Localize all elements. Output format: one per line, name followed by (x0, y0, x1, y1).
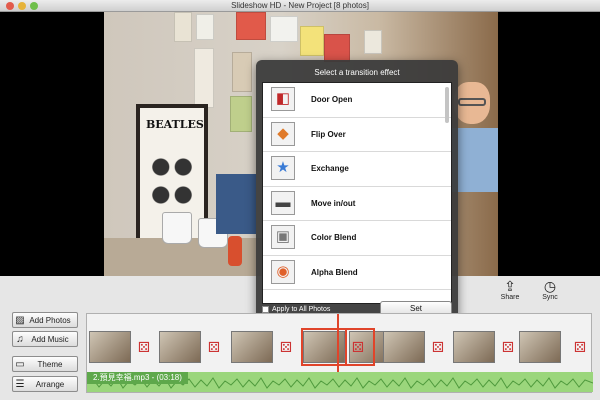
effect-move-inout[interactable]: ▬ Move in/out (263, 187, 451, 221)
photo-thumbnail[interactable] (89, 331, 131, 363)
sync-label: Sync (542, 294, 558, 301)
mug (162, 212, 192, 244)
poster-title: BEATLES (146, 118, 204, 131)
photo-thumbnail[interactable] (519, 331, 561, 363)
flip-over-icon: ◆ (271, 121, 295, 146)
transition-dice-icon[interactable]: ⚄ (135, 338, 153, 356)
theme-icon: ▭ (15, 358, 25, 370)
list-icon: ☰ (15, 378, 25, 390)
effect-color-blend[interactable]: ▣ Color Blend (263, 221, 451, 256)
wall-card (232, 52, 252, 92)
apply-all-label: Apply to All Photos (272, 306, 331, 313)
effect-label: Color Blend (311, 233, 357, 242)
music-note-icon: ♫ (16, 333, 24, 345)
effect-label: Exchange (311, 164, 349, 173)
poster-illustration (144, 146, 200, 216)
transition-dice-icon[interactable]: ⚄ (571, 338, 589, 356)
exchange-icon: ★ (271, 156, 295, 180)
effect-exchange[interactable]: ★ Exchange (263, 152, 451, 187)
wall-card (270, 16, 298, 42)
selected-transition-frame (345, 328, 375, 366)
shelf (104, 238, 274, 276)
effect-label: Door Open (311, 95, 353, 104)
music-track[interactable]: 2.預見幸福.mp3 - (03:18) (87, 372, 593, 392)
popup-title: Select a transition effect (314, 68, 400, 77)
sync-button[interactable]: ◷ Sync (537, 278, 563, 301)
apply-all-checkbox[interactable] (262, 306, 269, 313)
minimize-window-button[interactable] (18, 2, 26, 10)
zoom-window-button[interactable] (30, 2, 38, 10)
window-titlebar: Slideshow HD - New Project [8 photos] (0, 0, 600, 12)
wall-card (174, 12, 192, 42)
color-blend-icon: ▣ (271, 225, 295, 249)
toy-figures (216, 174, 256, 234)
wall-card (194, 48, 214, 108)
close-window-button[interactable] (6, 2, 14, 10)
arrange-label: Arrange (35, 379, 65, 389)
share-button[interactable]: ⇪ Share (497, 278, 523, 301)
transition-dice-icon[interactable]: ⚄ (205, 338, 223, 356)
effect-alpha-blend[interactable]: ◉ Alpha Blend (263, 256, 451, 290)
effect-label: Alpha Blend (311, 267, 358, 277)
transition-dice-icon[interactable]: ⚄ (499, 338, 517, 356)
toy-figure (228, 236, 242, 266)
effect-label: Flip Over (311, 129, 346, 139)
wall-card (236, 12, 266, 40)
playhead[interactable] (337, 314, 339, 378)
photo-thumbnail[interactable] (159, 331, 201, 363)
effect-list-scrollbar[interactable] (445, 87, 449, 123)
effect-label: Move in/out (311, 198, 356, 208)
timeline[interactable]: ⚄ ⚄ ⚄ ⚄ ⚄ ⚄ ⚄ 2.預見幸福.mp3 - (03:18) (86, 313, 593, 393)
transition-dice-icon[interactable]: ⚄ (277, 338, 295, 356)
window-title: Slideshow HD - New Project [8 photos] (231, 1, 369, 10)
share-icon: ⇪ (504, 278, 516, 294)
door-open-icon: ◧ (271, 87, 295, 111)
add-photos-label: Add Photos (29, 315, 71, 325)
wall-card (230, 96, 252, 132)
clock-icon: ◷ (543, 278, 557, 294)
add-music-label: Add Music (31, 334, 69, 344)
effect-flip-over[interactable]: ◆ Flip Over (263, 118, 451, 152)
transition-popup: Select a transition effect ◧ Door Open ◆… (256, 60, 458, 324)
selected-photo-frame (301, 328, 347, 366)
photo-thumbnail[interactable] (453, 331, 495, 363)
apply-all-row[interactable]: Apply to All Photos (262, 306, 330, 313)
photo-icon: ▨ (15, 314, 25, 326)
effect-door-open[interactable]: ◧ Door Open (263, 83, 451, 118)
photo-thumbnail[interactable] (383, 331, 425, 363)
add-music-button[interactable]: ♫ Add Music (12, 331, 78, 347)
wall-card (196, 14, 214, 40)
wall-card (300, 26, 324, 56)
move-inout-icon: ▬ (271, 190, 295, 215)
photo-thumbnail[interactable] (231, 331, 273, 363)
add-photos-button[interactable]: ▨ Add Photos (12, 312, 78, 328)
theme-button[interactable]: ▭ Theme (12, 356, 78, 372)
alpha-blend-icon: ◉ (271, 259, 295, 284)
person-glasses (458, 98, 486, 106)
arrange-button[interactable]: ☰ Arrange (12, 376, 78, 392)
wall-card (364, 30, 382, 54)
effect-list[interactable]: ◧ Door Open ◆ Flip Over ★ Exchange ▬ Mov… (262, 82, 452, 304)
theme-label: Theme (37, 359, 63, 369)
music-track-label: 2.預見幸福.mp3 - (03:18) (87, 372, 188, 384)
wall-card (324, 34, 350, 62)
share-label: Share (500, 294, 520, 301)
transition-dice-icon[interactable]: ⚄ (429, 338, 447, 356)
